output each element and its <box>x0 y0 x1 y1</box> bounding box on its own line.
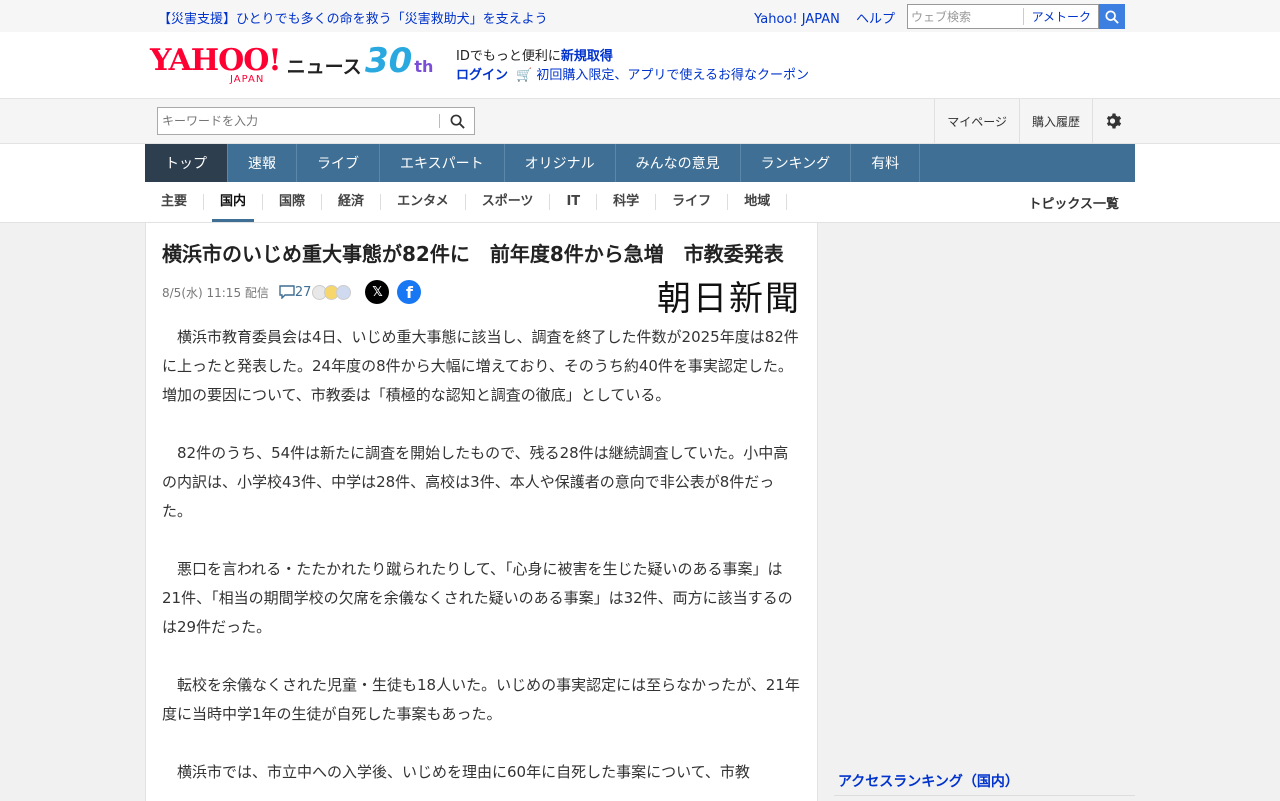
paragraph: 悪口を言われる・たたかれたり蹴られたりして、「心身に被害を生じた疑いのある事案」… <box>162 560 793 636</box>
japan-logo-text: JAPAN <box>230 74 265 85</box>
comments-link[interactable]: 27 <box>279 284 312 300</box>
reaction-icon <box>336 284 352 300</box>
id-info: IDでもっと便利に新規取得 ログイン 🛒 初回購入限定、アプリで使えるお得なクーポ… <box>456 47 809 85</box>
coupon-link[interactable]: 🛒 初回購入限定、アプリで使えるお得なクーポン <box>516 68 809 83</box>
tab-top[interactable]: トップ <box>145 144 228 182</box>
comment-icon <box>279 285 295 299</box>
anniversary-badge: 30 th <box>365 44 433 78</box>
paragraph: 横浜市では、市立中への入学後、いじめを理由に60年に自死した事案について、市教 <box>162 763 750 781</box>
ametoku-link[interactable]: アメトーク <box>1022 8 1095 25</box>
comment-count: 27 <box>294 284 312 300</box>
category-nav: 主要 国内 国際 経済 エンタメ スポーツ IT 科学 ライフ 地域 トピックス… <box>145 182 1135 222</box>
category-nav-band: 主要 国内 国際 経済 エンタメ スポーツ IT 科学 ライフ 地域 トピックス… <box>0 182 1280 223</box>
yahoo-news-logo[interactable]: YAHOO! JAPAN ニュース <box>150 43 362 86</box>
article: 横浜市のいじめ重大事態が82件に 前年度8件から急増 市教委発表 8/5(水) … <box>145 223 818 801</box>
search-icon <box>1105 9 1119 24</box>
ranking-title[interactable]: アクセスランキング（国内） <box>838 771 1019 791</box>
main-nav-wrapper: トップ 速報 ライブ エキスパート オリジナル みんなの意見 ランキング 有料 <box>0 144 1280 182</box>
publisher-logo[interactable]: 朝日新聞 <box>657 271 801 320</box>
article-title: 横浜市のいじめ重大事態が82件に 前年度8件から急増 市教委発表 <box>162 242 784 266</box>
site-header: YAHOO! JAPAN ニュース 30 th IDでもっと便利に新規取得 ログ… <box>0 32 1280 98</box>
news-search-input[interactable] <box>158 109 439 133</box>
id-promo-text: IDでもっと便利に <box>456 49 561 64</box>
facebook-share-icon[interactable]: f <box>397 280 422 304</box>
sidebar: アクセスランキング（国内） <box>818 223 1135 801</box>
purchase-history-link[interactable]: 購入履歴 <box>1018 99 1092 143</box>
news-search-button[interactable] <box>440 114 474 129</box>
mypage-link[interactable]: マイページ <box>934 99 1019 143</box>
category-entertainment[interactable]: エンタメ <box>381 194 466 210</box>
news-search <box>157 107 475 135</box>
category-economy[interactable]: 経済 <box>322 194 382 210</box>
main-nav: トップ 速報 ライブ エキスパート オリジナル みんなの意見 ランキング 有料 <box>145 144 1135 182</box>
top-bar: 【災害支援】ひとりでも多くの命を救う「災害救助犬」を支えよう Yahoo! JA… <box>0 0 1280 32</box>
article-body: 横浜市教育委員会は4日、いじめ重大事態に該当し、調査を終了した件数が2025年度… <box>162 323 801 787</box>
category-sports[interactable]: スポーツ <box>466 194 551 210</box>
cart-icon: 🛒 <box>516 68 533 83</box>
publish-date: 8/5(水) 11:15 配信 <box>162 285 269 300</box>
yahoo-logo-text: YAHOO! <box>150 43 282 78</box>
main-content: 横浜市のいじめ重大事態が82件に 前年度8件から急増 市教委発表 8/5(水) … <box>145 223 1135 801</box>
paragraph: 横浜市教育委員会は4日、いじめ重大事態に該当し、調査を終了した件数が2025年度… <box>162 328 799 404</box>
help-link[interactable]: ヘルプ <box>856 12 895 27</box>
register-link[interactable]: 新規取得 <box>561 49 613 64</box>
category-it[interactable]: IT <box>550 194 598 210</box>
settings-button[interactable] <box>1092 99 1135 143</box>
article-meta: 8/5(水) 11:15 配信 27 𝕏 f 朝日新聞 <box>162 275 801 319</box>
web-search-input[interactable]: ウェブ検索 アメトーク <box>907 4 1099 29</box>
news-logo-text: ニュース <box>286 56 362 78</box>
news-search-bar: マイページ 購入履歴 <box>0 98 1280 144</box>
top-links: Yahoo! JAPAN ヘルプ <box>742 8 895 27</box>
reaction-icons <box>312 284 352 300</box>
x-share-icon[interactable]: 𝕏 <box>365 280 390 304</box>
category-main[interactable]: 主要 <box>145 194 205 210</box>
tab-ranking[interactable]: ランキング <box>741 144 852 182</box>
anniversary-number: 30 <box>365 41 413 81</box>
paragraph: 転校を余儀なくされた児童・生徒も18人いた。いじめの事実認定には至らなかったが、… <box>162 676 800 723</box>
tab-original[interactable]: オリジナル <box>505 144 616 182</box>
category-local[interactable]: 地域 <box>728 194 788 210</box>
category-life[interactable]: ライフ <box>656 194 729 210</box>
category-science[interactable]: 科学 <box>597 194 657 210</box>
tab-opinions[interactable]: みんなの意見 <box>616 144 741 182</box>
tab-live[interactable]: ライブ <box>297 144 380 182</box>
category-world[interactable]: 国際 <box>263 194 323 210</box>
coupon-text: 初回購入限定、アプリで使えるお得なクーポン <box>536 68 809 83</box>
login-link[interactable]: ログイン <box>456 68 508 83</box>
web-search-placeholder: ウェブ検索 <box>911 10 972 24</box>
category-domestic[interactable]: 国内 <box>204 194 264 222</box>
tab-paid[interactable]: 有料 <box>851 144 921 182</box>
topics-list-link[interactable]: トピックス一覧 <box>1028 193 1119 212</box>
tab-expert[interactable]: エキスパート <box>380 144 505 182</box>
divider <box>834 795 1135 796</box>
paragraph: 82件のうち、54件は新たに調査を開始したもので、残る28件は継続調査していた。… <box>162 444 789 520</box>
utility-links: マイページ 購入履歴 <box>934 99 1135 143</box>
yahoo-japan-link[interactable]: Yahoo! JAPAN <box>754 12 840 27</box>
anniversary-suffix: th <box>414 57 434 76</box>
gear-icon <box>1106 113 1122 129</box>
tab-breaking[interactable]: 速報 <box>228 144 297 182</box>
promo-link[interactable]: 【災害支援】ひとりでも多くの命を救う「災害救助犬」を支えよう <box>158 8 548 27</box>
web-search-button[interactable] <box>1099 4 1125 29</box>
web-search: ウェブ検索 アメトーク <box>907 4 1125 29</box>
search-icon <box>450 114 465 129</box>
